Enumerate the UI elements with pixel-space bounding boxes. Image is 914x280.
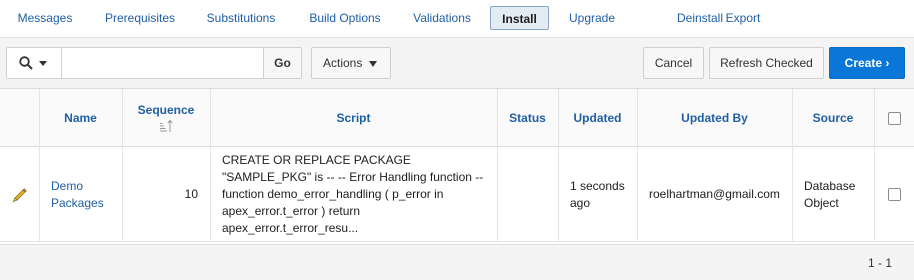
create-button[interactable]: Create › bbox=[829, 47, 905, 79]
search-group: Go bbox=[6, 47, 302, 79]
tab-install[interactable]: Install bbox=[490, 6, 549, 30]
column-divider bbox=[874, 89, 875, 242]
status-cell bbox=[497, 147, 558, 242]
actions-label: Actions bbox=[323, 56, 363, 70]
column-header-sequence[interactable]: Sequence bbox=[122, 89, 210, 147]
sequence-cell: 10 bbox=[184, 187, 198, 201]
edit-cell bbox=[0, 147, 39, 242]
column-divider bbox=[792, 89, 793, 242]
search-input[interactable] bbox=[63, 48, 263, 78]
column-divider bbox=[39, 89, 40, 242]
cancel-button[interactable]: Cancel bbox=[643, 47, 704, 79]
select-all-cell bbox=[874, 89, 914, 147]
row-select-cell bbox=[874, 147, 914, 242]
report-footer: 1 - 1 bbox=[0, 244, 914, 280]
chevron-down-icon bbox=[39, 61, 47, 66]
column-divider bbox=[558, 89, 559, 242]
tab-validations[interactable]: Validations bbox=[402, 6, 482, 30]
source-cell: Database Object bbox=[804, 178, 856, 210]
tab-substitutions[interactable]: Substitutions bbox=[194, 6, 288, 30]
column-header-updated-by[interactable]: Updated By bbox=[637, 89, 792, 147]
search-icon bbox=[19, 56, 33, 70]
go-button[interactable]: Go bbox=[263, 48, 301, 78]
tab-build-options[interactable]: Build Options bbox=[298, 6, 392, 30]
row-checkbox[interactable] bbox=[887, 188, 901, 201]
tab-export[interactable]: Export bbox=[718, 6, 768, 30]
name-link-label: Demo Packages bbox=[51, 178, 104, 210]
column-divider bbox=[210, 89, 211, 242]
tab-upgrade[interactable]: Upgrade bbox=[560, 6, 624, 30]
script-cell: CREATE OR REPLACE PACKAGE "SAMPLE_PKG" i… bbox=[222, 153, 484, 235]
column-header-name[interactable]: Name bbox=[39, 89, 122, 147]
pencil-icon[interactable] bbox=[12, 187, 28, 203]
updated-cell: 1 seconds ago bbox=[570, 178, 625, 210]
column-divider bbox=[497, 89, 498, 242]
search-column-selector[interactable] bbox=[7, 48, 62, 78]
select-all-checkbox[interactable] bbox=[887, 111, 901, 125]
sort-ascending-icon bbox=[159, 119, 173, 132]
pagination-range: 1 - 1 bbox=[867, 256, 892, 270]
tab-bar: Messages Prerequisites Substitutions Bui… bbox=[0, 0, 914, 38]
caret-down-icon bbox=[369, 61, 377, 67]
column-header-status[interactable]: Status bbox=[497, 89, 558, 147]
column-header-sequence-label: Sequence bbox=[137, 103, 195, 117]
updated-by-cell: roelhartman@gmail.com bbox=[649, 187, 780, 201]
tab-messages[interactable]: Messages bbox=[6, 6, 84, 30]
refresh-checked-button[interactable]: Refresh Checked bbox=[709, 47, 824, 79]
table-row: Demo Packages 10 CREATE OR REPLACE PACKA… bbox=[0, 147, 914, 242]
column-divider bbox=[122, 89, 123, 242]
actions-menu-button[interactable]: Actions bbox=[311, 47, 391, 79]
column-divider bbox=[637, 89, 638, 242]
table-header: Name Sequence Script Status Updated Upda… bbox=[0, 89, 914, 147]
report-toolbar: Go Actions Cancel Refresh Checked Create… bbox=[0, 38, 914, 89]
column-header-script[interactable]: Script bbox=[210, 89, 497, 147]
name-link[interactable]: Demo Packages bbox=[51, 147, 119, 242]
column-header-updated[interactable]: Updated bbox=[558, 89, 637, 147]
column-header-source[interactable]: Source bbox=[792, 89, 874, 147]
tab-prerequisites[interactable]: Prerequisites bbox=[92, 6, 188, 30]
